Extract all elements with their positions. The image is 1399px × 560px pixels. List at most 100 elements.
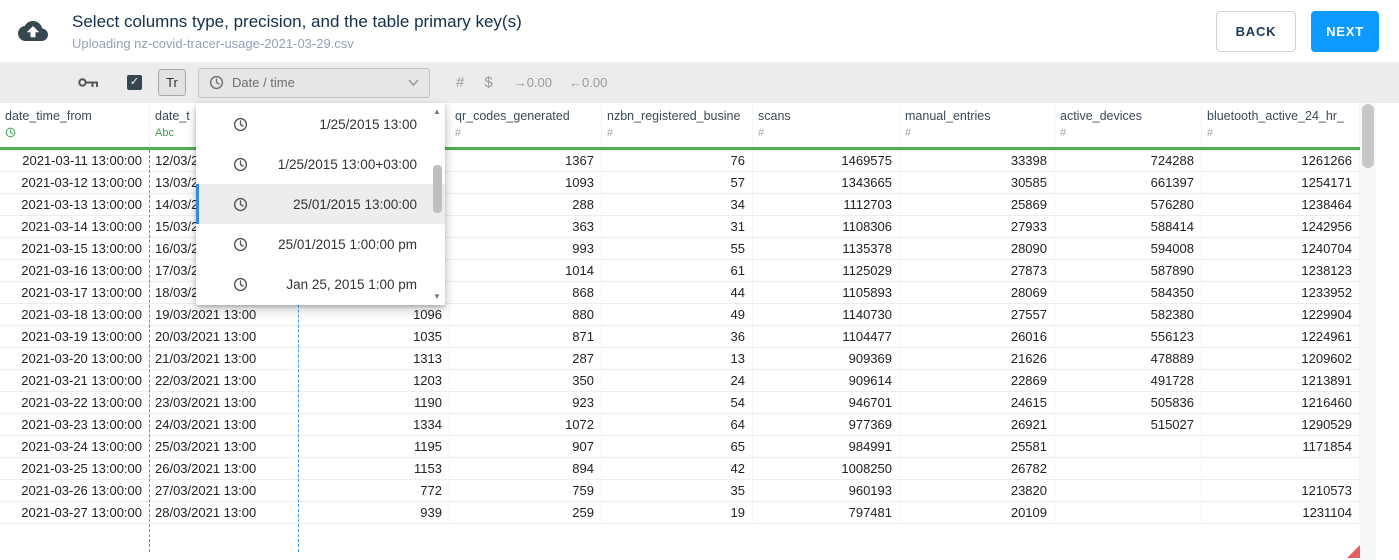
table-cell: 1203 xyxy=(299,370,450,391)
chevron-down-icon xyxy=(408,79,419,86)
table-cell xyxy=(1202,458,1360,479)
table-cell: 288 xyxy=(450,194,602,215)
table-cell: 491728 xyxy=(1055,370,1202,391)
format-option[interactable]: Jan 25, 2015 1:00 pm xyxy=(196,264,445,304)
table-cell: 1343665 xyxy=(753,172,900,193)
table-row: 2021-03-24 13:00:00 25/03/2021 13:00 1195 9… xyxy=(0,436,1360,458)
table-cell: 1290529 xyxy=(1202,414,1360,435)
table-cell: 22/03/2021 13:00 xyxy=(150,370,299,391)
table-cell: 1210573 xyxy=(1202,480,1360,501)
data-preview-table: date_time_from date_t Abc qr_codes_generate… xyxy=(0,103,1399,560)
table-cell: 25869 xyxy=(900,194,1055,215)
decrease-decimal-button[interactable]: ←0.00 xyxy=(569,75,607,90)
table-cell: 1140730 xyxy=(753,304,900,325)
table-cell: 1104477 xyxy=(753,326,900,347)
text-transform-button[interactable]: Tr xyxy=(158,69,186,96)
table-cell: 35 xyxy=(602,480,753,501)
clock-icon xyxy=(233,237,248,252)
table-cell: 909369 xyxy=(753,348,900,369)
table-cell: 21/03/2021 13:00 xyxy=(150,348,299,369)
format-option[interactable]: 25/01/2015 13:00:00 xyxy=(196,184,445,224)
dropdown-scrollbar[interactable]: ▲ ▼ xyxy=(431,105,444,303)
table-cell: 2021-03-12 13:00:00 xyxy=(0,172,150,193)
table-cell: 584350 xyxy=(1055,282,1202,303)
table-cell: 1261266 xyxy=(1202,150,1360,171)
column-header-bluetooth_active_24_hr_[interactable]: bluetooth_active_24_hr_ # xyxy=(1202,103,1360,147)
clock-icon xyxy=(233,277,248,292)
table-cell: 54 xyxy=(602,392,753,413)
include-column-checkbox[interactable]: ✓ xyxy=(127,75,142,90)
table-cell: 1171854 xyxy=(1202,436,1360,457)
table-cell: 2021-03-18 13:00:00 xyxy=(0,304,150,325)
back-button[interactable]: BACK xyxy=(1216,10,1296,52)
table-cell: 1195 xyxy=(299,436,450,457)
table-cell: 1209602 xyxy=(1202,348,1360,369)
table-vertical-scrollbar[interactable] xyxy=(1360,103,1376,560)
table-cell: 350 xyxy=(450,370,602,391)
table-cell: 1108306 xyxy=(753,216,900,237)
table-cell: 2021-03-22 13:00:00 xyxy=(0,392,150,413)
table-cell: 1112703 xyxy=(753,194,900,215)
table-cell: 2021-03-14 13:00:00 xyxy=(0,216,150,237)
scroll-down-icon[interactable]: ▼ xyxy=(433,292,441,301)
table-cell: 1469575 xyxy=(753,150,900,171)
column-header-qr_codes_generated[interactable]: qr_codes_generated # xyxy=(450,103,602,147)
table-cell: 26782 xyxy=(900,458,1055,479)
type-indicator: # xyxy=(607,127,614,139)
column-name: date_time_from xyxy=(5,109,92,123)
type-indicator: # xyxy=(758,127,765,139)
table-cell: 880 xyxy=(450,304,602,325)
column-header-active_devices[interactable]: active_devices # xyxy=(1055,103,1202,147)
increase-decimal-button[interactable]: →0.00 xyxy=(514,75,552,90)
format-option[interactable]: 1/25/2015 13:00 xyxy=(196,104,445,144)
table-cell: 871 xyxy=(450,326,602,347)
column-header-scans[interactable]: scans # xyxy=(753,103,900,147)
table-cell: 57 xyxy=(602,172,753,193)
table-cell: 724288 xyxy=(1055,150,1202,171)
table-cell: 25/03/2021 13:00 xyxy=(150,436,299,457)
header-titles: Select columns type, precision, and the … xyxy=(72,12,522,51)
table-cell: 797481 xyxy=(753,502,900,523)
next-button[interactable]: NEXT xyxy=(1311,10,1379,52)
table-cell: 19 xyxy=(602,502,753,523)
table-cell: 26016 xyxy=(900,326,1055,347)
currency-type-button[interactable]: $ xyxy=(484,74,492,91)
table-scrollbar-thumb[interactable] xyxy=(1362,104,1374,168)
column-type-select[interactable]: Date / time xyxy=(198,67,430,98)
table-cell: 588414 xyxy=(1055,216,1202,237)
table-cell: 42 xyxy=(602,458,753,479)
date-format-list: 1/25/2015 13:00 1/25/2015 13:00+03:00 25/0… xyxy=(196,104,445,304)
table-row: 2021-03-18 13:00:00 19/03/2021 13:00 1096 8… xyxy=(0,304,1360,326)
dropdown-scrollbar-thumb[interactable] xyxy=(433,165,442,213)
format-option-label: 25/01/2015 1:00:00 pm xyxy=(278,236,417,252)
format-option[interactable]: 1/25/2015 13:00+03:00 xyxy=(196,144,445,184)
date-format-dropdown: 1/25/2015 13:00 1/25/2015 13:00+03:00 25/0… xyxy=(196,103,445,305)
table-cell: 23820 xyxy=(900,480,1055,501)
table-cell: 27873 xyxy=(900,260,1055,281)
table-cell xyxy=(1055,458,1202,479)
table-cell: 939 xyxy=(299,502,450,523)
table-cell: 1105893 xyxy=(753,282,900,303)
table-cell: 64 xyxy=(602,414,753,435)
primary-key-icon[interactable] xyxy=(78,76,99,89)
table-cell xyxy=(1055,436,1202,457)
table-cell: 20/03/2021 13:00 xyxy=(150,326,299,347)
column-header-date_time_from[interactable]: date_time_from xyxy=(0,103,150,147)
table-cell: 2021-03-11 13:00:00 xyxy=(0,150,150,171)
table-cell: 1135378 xyxy=(753,238,900,259)
table-row: 2021-03-19 13:00:00 20/03/2021 13:00 1035 8… xyxy=(0,326,1360,348)
column-header-nzbn_registered_busine[interactable]: nzbn_registered_busine # xyxy=(602,103,753,147)
table-row: 2021-03-25 13:00:00 26/03/2021 13:00 1153 8… xyxy=(0,458,1360,480)
table-cell: 2021-03-27 13:00:00 xyxy=(0,502,150,523)
number-type-button[interactable]: # xyxy=(456,74,464,91)
table-cell: 478889 xyxy=(1055,348,1202,369)
scroll-up-icon[interactable]: ▲ xyxy=(433,107,441,116)
column-header-manual_entries[interactable]: manual_entries # xyxy=(900,103,1055,147)
type-indicator: # xyxy=(1060,127,1067,139)
table-cell: 1254171 xyxy=(1202,172,1360,193)
table-cell: 1313 xyxy=(299,348,450,369)
format-option[interactable]: 25/01/2015 1:00:00 pm xyxy=(196,224,445,264)
type-indicator: # xyxy=(905,127,912,139)
table-cell: 44 xyxy=(602,282,753,303)
table-cell: 28/03/2021 13:00 xyxy=(150,502,299,523)
